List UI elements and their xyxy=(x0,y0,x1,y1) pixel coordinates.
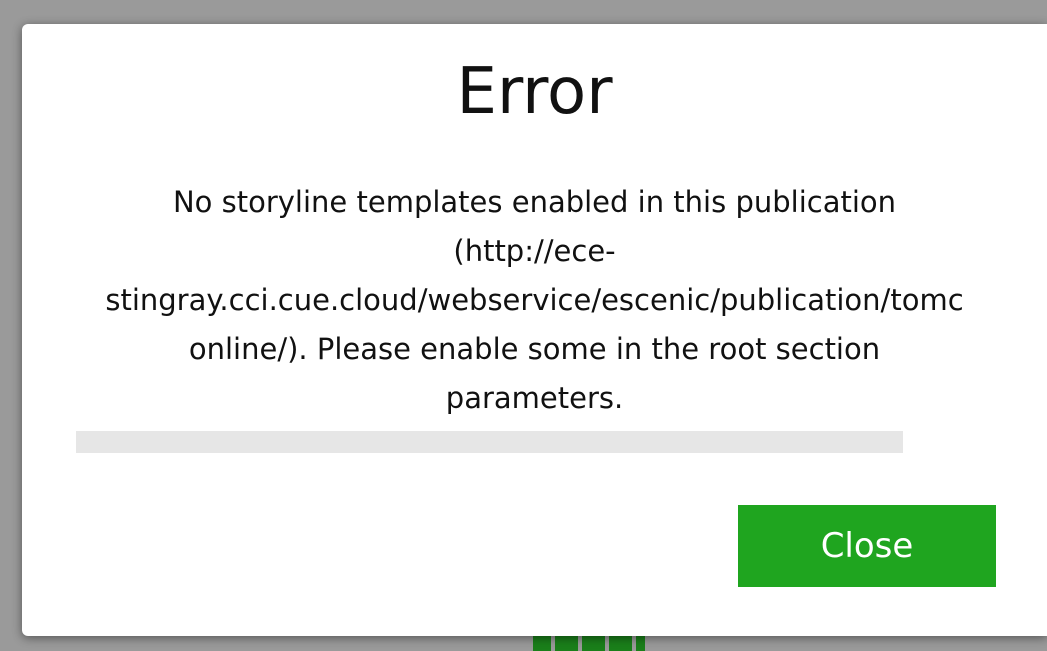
error-message-line: online/). Please enable some in the root… xyxy=(188,332,881,366)
error-message-line: stingray.cci.cue.cloud/webservice/esceni… xyxy=(105,283,964,317)
error-message: No storyline templates enabled in this p… xyxy=(72,178,997,423)
dialog-title: Error xyxy=(456,55,613,129)
horizontal-scrollbar[interactable] xyxy=(72,431,903,453)
error-message-line: (http://ece- xyxy=(453,234,616,268)
background-green-bar xyxy=(533,636,645,651)
error-message-line: No storyline templates enabled in this p… xyxy=(172,185,897,219)
error-message-line: parameters. xyxy=(445,381,624,415)
error-dialog: Error No storyline templates enabled in … xyxy=(22,24,1047,636)
close-button[interactable]: Close xyxy=(738,505,996,587)
